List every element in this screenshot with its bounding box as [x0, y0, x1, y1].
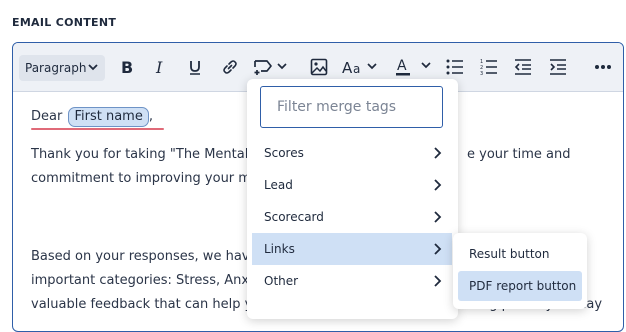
submenu-item-result-button[interactable]: Result button — [458, 239, 582, 269]
svg-text:A: A — [397, 58, 407, 74]
paragraph-select[interactable]: Paragraph — [19, 55, 105, 81]
menu-item-other[interactable]: Other — [252, 265, 452, 297]
section-title: EMAIL CONTENT — [12, 16, 117, 29]
chevron-right-icon — [434, 211, 442, 223]
font-size-button[interactable]: Aa — [341, 55, 383, 79]
merge-tag-icon — [254, 60, 287, 75]
italic-icon: I — [155, 59, 163, 75]
font-size-icon: Aa — [342, 59, 377, 76]
bold-icon: B — [121, 59, 133, 75]
menu-item-label: Scores — [264, 146, 304, 160]
indent-button[interactable] — [547, 55, 569, 79]
svg-text:I: I — [155, 59, 163, 75]
more-button[interactable] — [591, 55, 615, 79]
menu-item-links[interactable]: Links — [252, 233, 452, 265]
menu-item-label: Scorecard — [264, 210, 324, 224]
chevron-right-icon — [434, 179, 442, 191]
text-color-icon: A — [396, 58, 431, 76]
italic-button[interactable]: I — [149, 55, 171, 79]
chevron-right-icon — [434, 275, 442, 287]
links-submenu: Result button PDF report button — [453, 233, 587, 309]
svg-text:a: a — [353, 62, 360, 76]
link-icon — [223, 60, 237, 74]
body-line-2: commitment to improving your me — [31, 171, 259, 186]
body-line-1: Thank you for taking "The Mental I — [31, 147, 257, 162]
body-line-4: important categories: Stress, Anxie — [31, 273, 261, 288]
underline-icon — [190, 61, 200, 75]
underline-button[interactable] — [184, 55, 206, 79]
menu-item-label: Lead — [264, 178, 293, 192]
filter-merge-tags-input[interactable]: Filter merge tags — [260, 86, 443, 128]
merge-tag-chip[interactable]: First name — [68, 107, 149, 127]
menu-item-scores[interactable]: Scores — [252, 137, 452, 169]
greeting-comma: , — [148, 109, 153, 124]
chevron-right-icon — [434, 147, 442, 159]
image-icon — [310, 58, 328, 76]
text-color-button[interactable]: A — [394, 55, 436, 79]
greeting-text: Dear — [31, 109, 63, 124]
menu-item-label: Other — [264, 274, 299, 288]
body-line-3: Based on your responses, we have c — [31, 249, 269, 264]
outdent-icon — [514, 59, 531, 75]
indent-icon — [550, 59, 566, 75]
numbered-list-button[interactable]: 123 — [478, 55, 500, 79]
numbered-list-icon: 123 — [480, 59, 497, 76]
outdent-button[interactable] — [512, 55, 534, 79]
menu-item-lead[interactable]: Lead — [252, 169, 452, 201]
more-icon — [595, 65, 611, 69]
link-button[interactable] — [218, 55, 242, 79]
submenu-item-pdf-report-button[interactable]: PDF report button — [458, 271, 582, 301]
menu-item-label: Links — [264, 242, 295, 256]
menu-item-scorecard[interactable]: Scorecard — [252, 201, 452, 233]
spellcheck-underline — [31, 128, 164, 130]
svg-text:A: A — [342, 59, 353, 76]
svg-text:B: B — [121, 59, 133, 75]
chevron-down-icon — [88, 64, 98, 71]
merge-tag-button[interactable] — [251, 55, 291, 79]
paragraph-select-label: Paragraph — [25, 61, 87, 75]
body-line-1-right: e your time and — [467, 147, 571, 162]
chevron-right-icon — [434, 243, 442, 255]
greeting-line: Dear First name, — [31, 105, 153, 129]
bulleted-list-icon — [446, 59, 463, 75]
bold-button[interactable]: B — [116, 55, 138, 79]
svg-text:3: 3 — [480, 71, 483, 76]
bulleted-list-button[interactable] — [444, 55, 466, 79]
merge-tag-dropdown: Filter merge tags Scores Lead Scorecard … — [247, 79, 458, 319]
image-button[interactable] — [308, 55, 330, 79]
